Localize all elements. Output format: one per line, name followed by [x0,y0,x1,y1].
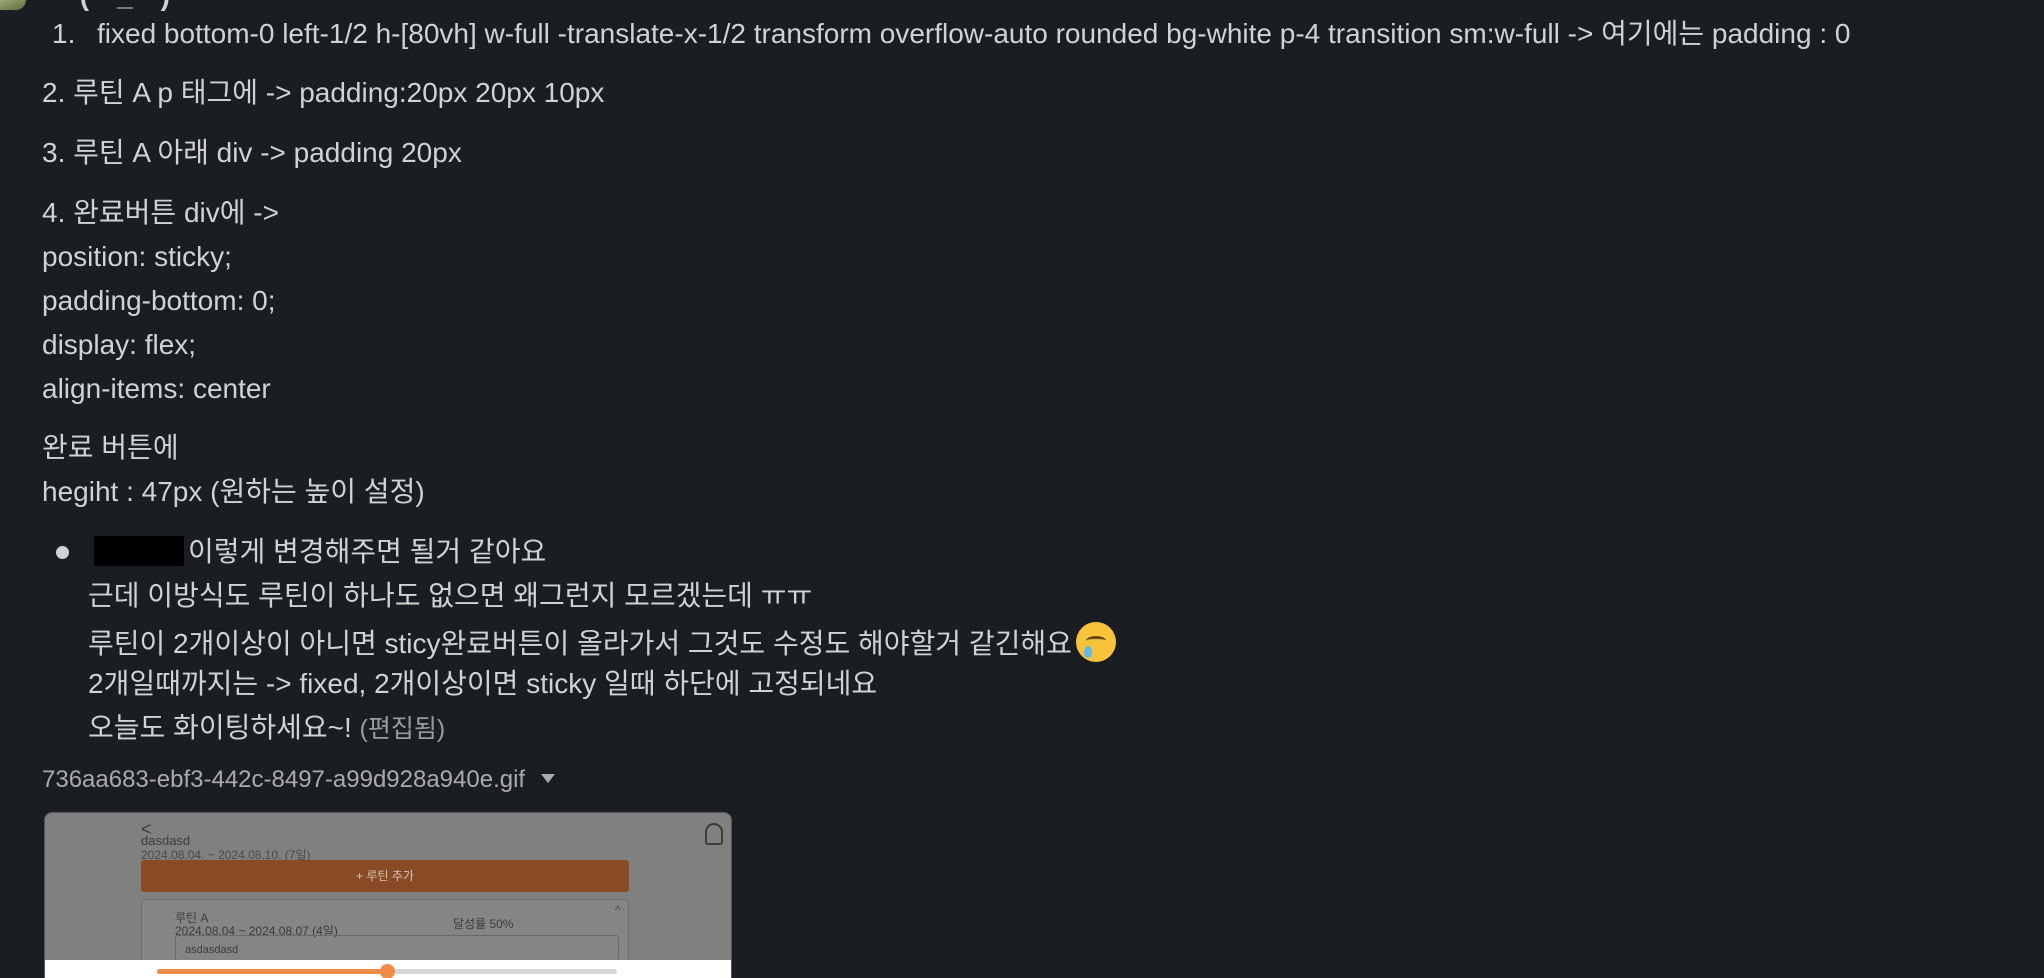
message-line-8: align-items: center [42,373,271,404]
message-line-7: display: flex; [42,329,197,360]
preview-input-field [175,935,619,961]
preview-input-value: asdasdasd [185,944,239,956]
redacted-mention [94,536,184,566]
attachment-header: 736aa683-ebf3-442c-8497-a99d928a940e.gif [42,762,556,798]
crying-face-icon [1075,622,1116,662]
preview-achievement: 달성률 50% [453,917,514,931]
user-avatar[interactable] [0,0,26,10]
bullet-line-3: 루틴이 2개이상이 아니면 sticy완료버튼이 올라가서 그것도 수정도 해야… [88,622,1116,662]
message-line-6: padding-bottom: 0; [42,285,276,316]
edited-label: (편집됨) [359,715,446,743]
bullet-line-4: 2개일때까지는 -> fixed, 2개이상이면 sticky 일때 하단에 고… [88,668,878,699]
bullet-dot [56,546,69,559]
list-marker: 1. [52,18,76,49]
chevron-up-icon: ^ [615,903,621,917]
bullet-text-1: 이렇게 변경해주면 될거 같아요 [188,536,547,567]
message-area: — (—_—) — 1. fixed bottom-0 left-1/2 h-[… [0,0,2044,978]
bullet-text-3: 루틴이 2개이상이 아니면 sticy완료버튼이 올라가서 그것도 수정도 해야… [88,628,1072,659]
attachment-filename[interactable]: 736aa683-ebf3-442c-8497-a99d928a940e.gif [42,766,525,793]
gif-progress-knob[interactable] [380,964,395,978]
message-line-10: hegiht : 47px (원하는 높이 설정) [42,476,425,507]
bell-icon [705,823,723,845]
message-line-3: 3. 루틴 A 아래 div -> padding 20px [42,137,462,168]
message-line-4: 4. 완료버튼 div에 -> [42,197,279,228]
bullet-text-5: 오늘도 화이팅하세요~! [88,712,352,743]
chevron-down-icon[interactable] [541,774,556,783]
gif-preview[interactable]: < dasdasd 2024.08.04. ~ 2024.08.10. (7일)… [44,812,732,978]
bullet-line-5: 오늘도 화이팅하세요~! (편집됨) [88,710,445,747]
gif-progress-fill [157,969,387,974]
bullet-line-1: 이렇게 변경해주면 될거 같아요 [94,534,546,570]
bullet-line-2: 근데 이방식도 루틴이 하나도 없으면 왜그런지 모르겠는데 ㅠㅠ [88,580,813,611]
preview-add-routine-button: + 루틴 추가 [141,860,629,892]
message-line-2: 2. 루틴 A p 태그에 -> padding:20px 20px 10px [42,77,605,108]
message-line-9: 완료 버튼에 [42,432,179,463]
author-name-partial[interactable]: — (—_—) — [44,0,206,12]
message-line-5: position: sticky; [42,241,232,272]
message-line-1: fixed bottom-0 left-1/2 h-[80vh] w-full … [97,18,1851,49]
